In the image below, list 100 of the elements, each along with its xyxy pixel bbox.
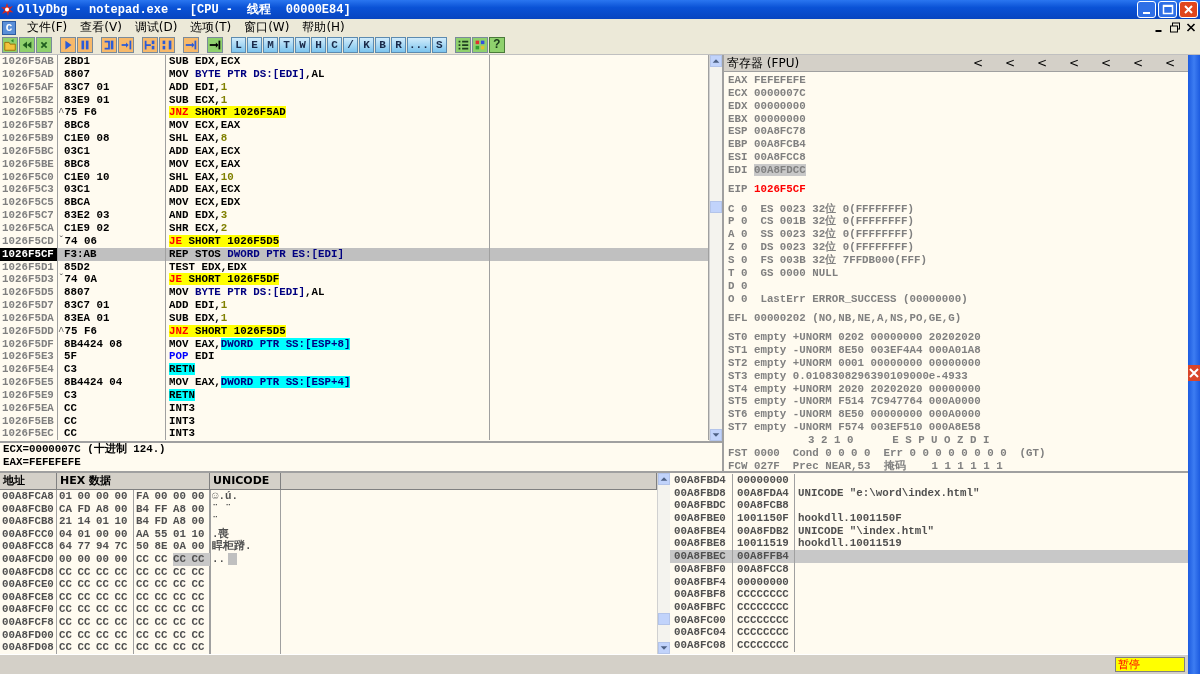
close-icon[interactable] — [1184, 21, 1198, 34]
stack-row[interactable]: 00A8FC00 CCCCCCCC — [670, 613, 1188, 627]
scroll-arrow[interactable]: < — [1026, 56, 1058, 70]
column-header[interactable]: HEX 数据 — [57, 473, 210, 489]
toolbar-button[interactable]: M — [263, 37, 278, 53]
list-icon[interactable] — [454, 37, 471, 53]
grid-icon[interactable] — [471, 37, 488, 53]
play-icon[interactable] — [60, 37, 76, 53]
stack-row[interactable]: 00A8FBD4 00000000 — [670, 474, 1188, 487]
stack-row[interactable]: 00A8FBE4 00A8FDB2 UNICODE "\index.html" — [670, 524, 1188, 538]
scroll-thumb[interactable] — [658, 613, 670, 625]
code-row[interactable]: 1026F5DD ^75 F6 JNZ SHORT 1026F5D5 — [0, 324, 709, 338]
info-line: ECX=0000007C (十进制 124.) — [3, 443, 167, 456]
hex-byte: CC — [114, 590, 129, 604]
code-row[interactable]: 1026F5CF F3:AB REP STOS DWORD PTR ES:[EDI] — [0, 247, 709, 261]
column-header[interactable]: UNICODE — [210, 473, 281, 489]
register-value[interactable]: 1026F5CF — [753, 183, 806, 196]
return-icon[interactable] — [183, 37, 199, 53]
pause-icon[interactable] — [77, 37, 93, 53]
value-cell: 00A8FDA4 — [733, 486, 795, 500]
trace-icon[interactable] — [159, 37, 175, 53]
code-row[interactable]: 1026F5E5 8B4424 04 MOV EAX,DWORD PTR SS:[ESP+4] — [0, 376, 709, 389]
register-value[interactable]: 0000007C — [753, 86, 806, 99]
toolbar-button[interactable]: H — [311, 37, 326, 53]
menu-item[interactable]: 帮助(H) — [297, 19, 353, 36]
step-icon[interactable] — [101, 37, 117, 53]
register-value[interactable]: 00A8FCC8 — [753, 151, 806, 164]
instruction-cell: INT3 — [166, 414, 490, 428]
stack-row[interactable]: 00A8FBF8 CCCCCCCC — [670, 588, 1188, 601]
code-row[interactable]: 1026F5B5 ^75 F6 JNZ SHORT 1026F5AD — [0, 106, 709, 120]
hex-cell: CC — [58, 401, 166, 415]
rewind-icon[interactable] — [19, 37, 35, 53]
hex-byte: CC — [59, 590, 73, 604]
scroll-arrow[interactable]: < — [962, 56, 994, 70]
stack-row[interactable]: 00A8FBF4 00000000 — [670, 575, 1188, 589]
hex-byte: 64 — [59, 540, 73, 553]
hex-byte: CC — [173, 552, 192, 566]
scrollbar[interactable] — [709, 55, 722, 441]
toolbar-button[interactable]: B — [375, 37, 390, 53]
help-button[interactable]: ? — [488, 37, 505, 53]
instruction-cell: MOV ECX,EAX — [166, 119, 490, 133]
toolbar-button[interactable]: / — [343, 37, 358, 53]
register-value[interactable]: 00000000 — [753, 112, 806, 125]
hex-byte: 0A — [173, 540, 187, 553]
step-icon[interactable] — [118, 37, 134, 53]
scroll-arrow[interactable]: < — [1154, 56, 1186, 70]
scroll-arrow[interactable]: < — [994, 56, 1026, 70]
scroll-arrow[interactable]: < — [1122, 56, 1154, 70]
goto-icon[interactable] — [207, 37, 223, 53]
hex-cell: C1E9 02 — [58, 221, 166, 235]
register-value[interactable]: 00000000 — [753, 99, 806, 112]
folder-icon[interactable] — [2, 37, 18, 53]
code-row[interactable]: 1026F5D3 ˇ74 0A JE SHORT 1026F5DF — [0, 273, 709, 287]
menu-item[interactable]: 文件(F) — [22, 19, 76, 36]
hex-byte: 14 — [77, 515, 92, 528]
scrollbar[interactable] — [657, 473, 670, 654]
menu-item[interactable]: 调试(D) — [129, 19, 186, 36]
hex-cell: 8B4424 04 — [58, 376, 166, 389]
hex-byte: CC — [154, 615, 169, 629]
toolbar-button[interactable]: S — [431, 37, 447, 53]
stack-row[interactable]: 00A8FBE0 1001150F hookdll.1001150F — [670, 512, 1188, 525]
menu-item[interactable]: 查看(V) — [75, 19, 130, 36]
address-cell: 00A8FCB8 — [0, 515, 57, 528]
stack-row[interactable]: 00A8FC08 CCCCCCCC — [670, 638, 1188, 652]
toolbar-button[interactable]: T — [279, 37, 294, 53]
menu-item[interactable]: 窗口(W) — [239, 19, 298, 36]
address-cell: 00A8FCD8 — [0, 565, 57, 579]
restore-icon[interactable] — [1168, 21, 1182, 34]
stack-row[interactable]: 00A8FBFC CCCCCCCC — [670, 600, 1188, 614]
toolbar-button[interactable]: ... — [407, 37, 431, 53]
stack-row[interactable]: 00A8FC04 CCCCCCCC — [670, 626, 1188, 639]
code-row[interactable]: 1026F5CD ˇ74 06 JE SHORT 1026F5D5 — [0, 234, 709, 248]
register-value[interactable]: FEFEFEFE — [753, 74, 806, 86]
code-row[interactable]: 1026F5DF 8B4424 08 MOV EAX,DWORD PTR SS:[ESP+8] — [0, 337, 709, 351]
toolbar-button[interactable]: E — [247, 37, 262, 53]
maximize-icon[interactable] — [1158, 1, 1177, 18]
scroll-arrow[interactable]: < — [1058, 56, 1090, 70]
hex-byte: CC — [191, 615, 206, 629]
stack-row[interactable]: 00A8FBDC 00A8FCB8 — [670, 499, 1188, 513]
scroll-thumb[interactable] — [710, 201, 722, 213]
toolbar-button[interactable]: W — [295, 37, 310, 53]
register-value[interactable]: 00A8FCB4 — [753, 138, 806, 151]
code-row[interactable]: 1026F5E9 C3 RETN — [0, 388, 709, 402]
toolbar-button[interactable]: L — [231, 37, 246, 53]
toolbar-button[interactable]: K — [359, 37, 374, 53]
hex-byte: CC — [114, 641, 129, 654]
toolbar-button[interactable]: R — [391, 37, 406, 53]
comment-cell-text: UNICODE "e:\word\index.html" — [797, 486, 981, 500]
stack-row[interactable]: 00A8FBEC 00A8FFB4 — [670, 550, 1188, 563]
toolbar-button[interactable]: C — [327, 37, 342, 53]
column-header[interactable]: 地址 — [0, 473, 57, 489]
register-value[interactable]: 00A8FC78 — [753, 125, 806, 138]
hex-byte: CC — [77, 565, 92, 579]
stack-row[interactable]: 00A8FBF0 00A8FCC8 — [670, 562, 1188, 576]
register-line: 3 2 1 0 E S P U O Z D I — [808, 433, 990, 446]
trace-icon[interactable] — [142, 37, 158, 53]
menu-item[interactable]: 选项(T) — [185, 19, 240, 36]
instruction-cell: RETN — [166, 388, 490, 402]
stack-row[interactable]: 00A8FBD8 00A8FDA4 UNICODE "e:\word\index.html" — [670, 486, 1188, 500]
scroll-arrow[interactable]: < — [1090, 56, 1122, 70]
